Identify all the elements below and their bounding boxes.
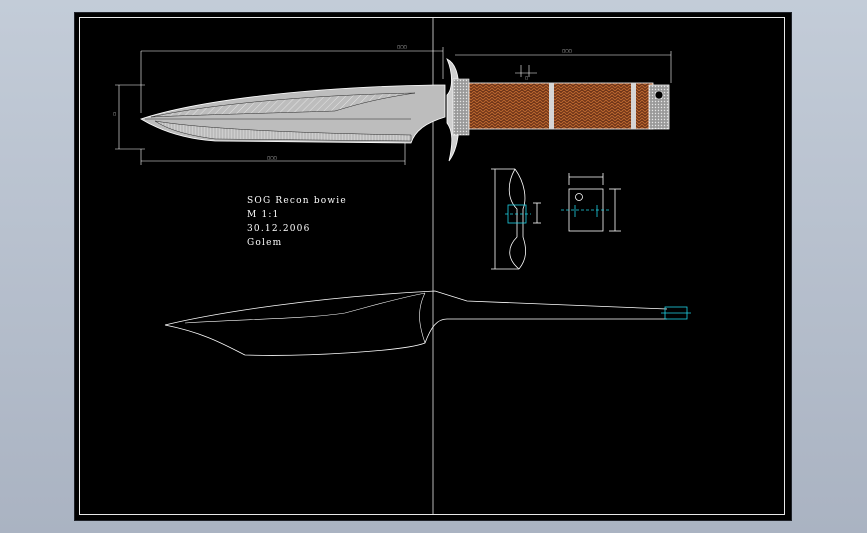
guard-cyan-detail bbox=[505, 204, 531, 224]
drawing-canvas: □□□ □□□ □□□ □ □ bbox=[113, 17, 691, 515]
handle-shape bbox=[468, 82, 654, 130]
svg-text:□□□: □□□ bbox=[562, 49, 572, 53]
svg-text:□: □ bbox=[113, 112, 116, 116]
pommel-cyan-detail bbox=[561, 205, 611, 217]
title-note-line-4: Golem bbox=[247, 238, 283, 248]
guard-side-view bbox=[491, 168, 541, 270]
blade-outline-bottom bbox=[164, 290, 668, 356]
title-note-line-2: M 1:1 bbox=[247, 210, 280, 220]
pommel-end-view bbox=[568, 173, 621, 232]
cad-viewport[interactable]: □□□ □□□ □□□ □ □ SOG Recon bowie M 1:1 30… bbox=[74, 12, 792, 521]
title-note-line-3: 30.12.2006 bbox=[247, 224, 311, 234]
svg-text:□□□: □□□ bbox=[267, 156, 277, 160]
title-note-line-1: SOG Recon bowie bbox=[247, 196, 347, 206]
svg-text:□: □ bbox=[525, 76, 528, 80]
svg-text:□□□: □□□ bbox=[397, 45, 407, 49]
